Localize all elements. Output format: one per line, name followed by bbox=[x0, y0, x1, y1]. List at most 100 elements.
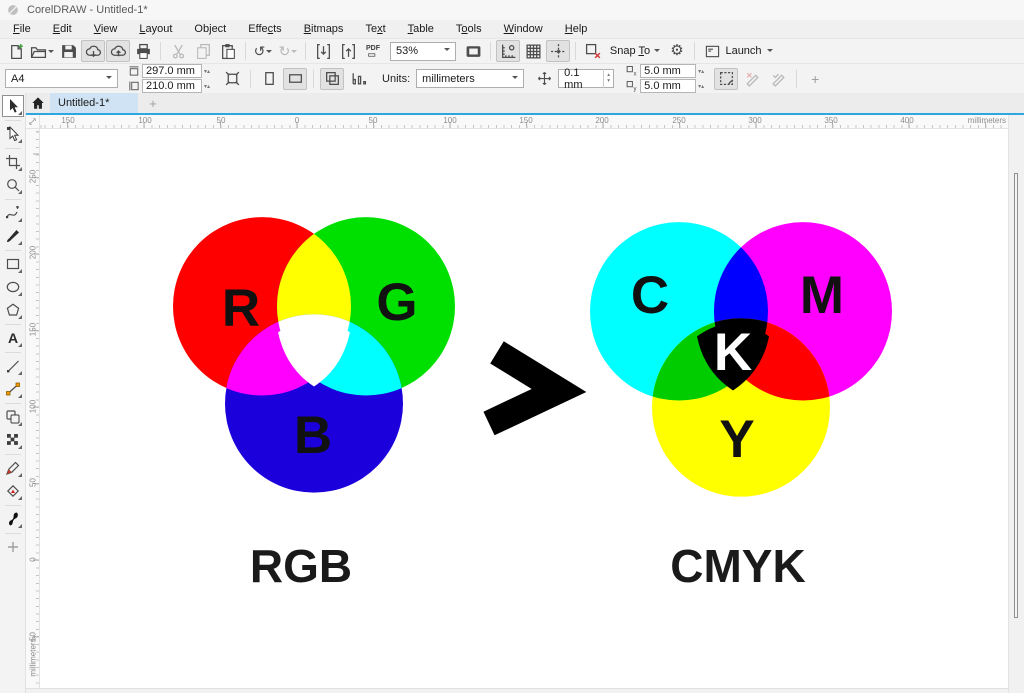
show-guidelines-button[interactable] bbox=[546, 40, 570, 62]
shape-tool[interactable] bbox=[2, 123, 24, 145]
menu-object[interactable]: Object bbox=[183, 22, 237, 36]
publish-pdf-button[interactable]: PDF bbox=[361, 40, 385, 62]
toolbar-separator bbox=[490, 42, 491, 60]
customize-plus-button[interactable]: + bbox=[803, 68, 827, 90]
snap-to-dropdown[interactable]: Snap To bbox=[606, 40, 664, 62]
undo-button[interactable]: ↺ bbox=[251, 40, 275, 62]
menu-window[interactable]: Window bbox=[493, 22, 554, 36]
launch-caret-icon[interactable] bbox=[767, 49, 773, 55]
duplicate-y-spinner[interactable]: ▾▴ bbox=[698, 83, 704, 90]
treat-as-filled-button[interactable] bbox=[714, 68, 738, 90]
ruler-origin-button[interactable] bbox=[26, 115, 40, 129]
menu-edit[interactable]: Edit bbox=[42, 22, 83, 36]
greater-than-symbol[interactable] bbox=[489, 352, 559, 423]
welcome-home-button[interactable] bbox=[26, 93, 50, 113]
open-button[interactable] bbox=[29, 40, 55, 62]
flyout-indicator-icon bbox=[18, 269, 22, 273]
landscape-orientation-button[interactable] bbox=[283, 68, 307, 90]
eyedropper-tool[interactable] bbox=[2, 457, 24, 479]
menu-table[interactable]: Table bbox=[397, 22, 445, 36]
options-button[interactable]: ⚙ bbox=[665, 40, 689, 62]
preset-caret-icon[interactable] bbox=[106, 76, 112, 82]
menu-tools[interactable]: Tools bbox=[445, 22, 493, 36]
line-tool[interactable] bbox=[2, 355, 24, 377]
zoom-level-select[interactable]: 53% bbox=[390, 42, 456, 61]
menu-file[interactable]: File bbox=[2, 22, 42, 36]
menu-view[interactable]: View bbox=[83, 22, 129, 36]
launch-button[interactable]: Launch bbox=[700, 40, 778, 62]
polygon-tool[interactable] bbox=[2, 299, 24, 321]
menu-bitmaps[interactable]: Bitmaps bbox=[293, 22, 355, 36]
page-size-preset-select[interactable]: A4 bbox=[5, 69, 118, 88]
page-width-spinner[interactable]: ▾▴ bbox=[204, 68, 210, 75]
text-tool[interactable]: A bbox=[2, 327, 24, 349]
save-to-cloud-button[interactable] bbox=[106, 40, 130, 62]
grayed-pen-button-2[interactable] bbox=[766, 68, 790, 90]
open-from-cloud-button[interactable] bbox=[81, 40, 105, 62]
menu-help[interactable]: Help bbox=[554, 22, 599, 36]
zoom-tool[interactable] bbox=[2, 174, 24, 196]
interactive-fill-tool[interactable] bbox=[2, 406, 24, 428]
duplicate-x-input[interactable]: 5.0 mm bbox=[640, 64, 696, 78]
menu-layout[interactable]: Layout bbox=[128, 22, 183, 36]
v-ruler-label: 100 bbox=[29, 400, 38, 414]
crop-tool[interactable] bbox=[2, 151, 24, 173]
export-button[interactable] bbox=[336, 40, 360, 62]
autofit-page-button[interactable] bbox=[220, 68, 244, 90]
print-button[interactable] bbox=[131, 40, 155, 62]
fill-tool[interactable] bbox=[2, 508, 24, 530]
show-rulers-button[interactable] bbox=[496, 40, 520, 62]
redo-button[interactable]: ↻ bbox=[276, 40, 300, 62]
current-page-button[interactable] bbox=[346, 68, 370, 90]
undo-caret-icon[interactable] bbox=[266, 50, 272, 56]
menu-effects[interactable]: Effects bbox=[237, 22, 292, 36]
home-icon bbox=[31, 96, 45, 110]
full-screen-preview-button[interactable] bbox=[461, 40, 485, 62]
drawing-canvas[interactable]: RGBRGBCMYKCMYK bbox=[40, 129, 1008, 688]
show-grid-button[interactable] bbox=[521, 40, 545, 62]
snap-off-button[interactable] bbox=[581, 40, 605, 62]
open-caret-icon[interactable] bbox=[48, 50, 54, 56]
rectangle-tool[interactable] bbox=[2, 253, 24, 275]
paste-button[interactable] bbox=[216, 40, 240, 62]
vertical-scrollbar[interactable] bbox=[1008, 115, 1024, 693]
nudge-offset-input[interactable]: 0.1 mm ▴▾ bbox=[558, 69, 614, 88]
smart-fill-tool[interactable] bbox=[2, 480, 24, 502]
vertical-ruler[interactable]: 25020015010050050millimeters bbox=[26, 129, 40, 688]
ellipse-tool[interactable] bbox=[2, 276, 24, 298]
freehand-tool[interactable] bbox=[2, 202, 24, 224]
zoom-level-value: 53% bbox=[396, 45, 440, 57]
undo-icon: ↺ bbox=[254, 44, 266, 58]
units-caret-icon[interactable] bbox=[512, 76, 518, 82]
page-width-input[interactable]: 297.0 mm bbox=[142, 64, 202, 78]
horizontal-ruler[interactable]: 15010050050100150200250300350400millimet… bbox=[40, 115, 1008, 129]
pick-tool[interactable] bbox=[2, 95, 24, 117]
page-height-input[interactable]: 210.0 mm bbox=[142, 79, 202, 93]
document-artwork[interactable]: RGBRGBCMYKCMYK bbox=[40, 129, 1008, 688]
page-height-spinner[interactable]: ▾▴ bbox=[204, 83, 210, 90]
add-tool-button[interactable] bbox=[2, 536, 24, 558]
all-pages-button[interactable] bbox=[320, 68, 344, 90]
vertical-scrollbar-thumb[interactable] bbox=[1014, 173, 1018, 618]
new-tab-button[interactable]: + bbox=[138, 93, 168, 113]
document-tab[interactable]: Untitled-1* bbox=[50, 93, 138, 113]
artistic-media-tool[interactable] bbox=[2, 225, 24, 247]
import-button[interactable] bbox=[311, 40, 335, 62]
new-document-button[interactable] bbox=[4, 40, 28, 62]
duplicate-y-input[interactable]: 5.0 mm bbox=[640, 79, 696, 93]
duplicate-x-spinner[interactable]: ▾▴ bbox=[698, 68, 704, 75]
zoom-caret-icon[interactable] bbox=[444, 48, 450, 54]
grayed-pen-button-1[interactable] bbox=[740, 68, 764, 90]
horizontal-scrollbar[interactable] bbox=[26, 688, 1008, 693]
connector-tool[interactable] bbox=[2, 378, 24, 400]
cut-button[interactable] bbox=[166, 40, 190, 62]
snap-to-caret-icon[interactable] bbox=[654, 49, 660, 55]
copy-button[interactable] bbox=[191, 40, 215, 62]
portrait-orientation-button[interactable] bbox=[257, 68, 281, 90]
mesh-fill-tool[interactable] bbox=[2, 429, 24, 451]
units-select[interactable]: millimeters bbox=[416, 69, 524, 88]
nudge-spinner[interactable]: ▴▾ bbox=[603, 69, 613, 88]
menu-text[interactable]: Text bbox=[354, 22, 396, 36]
save-button[interactable] bbox=[56, 40, 80, 62]
redo-caret-icon[interactable] bbox=[291, 50, 297, 56]
